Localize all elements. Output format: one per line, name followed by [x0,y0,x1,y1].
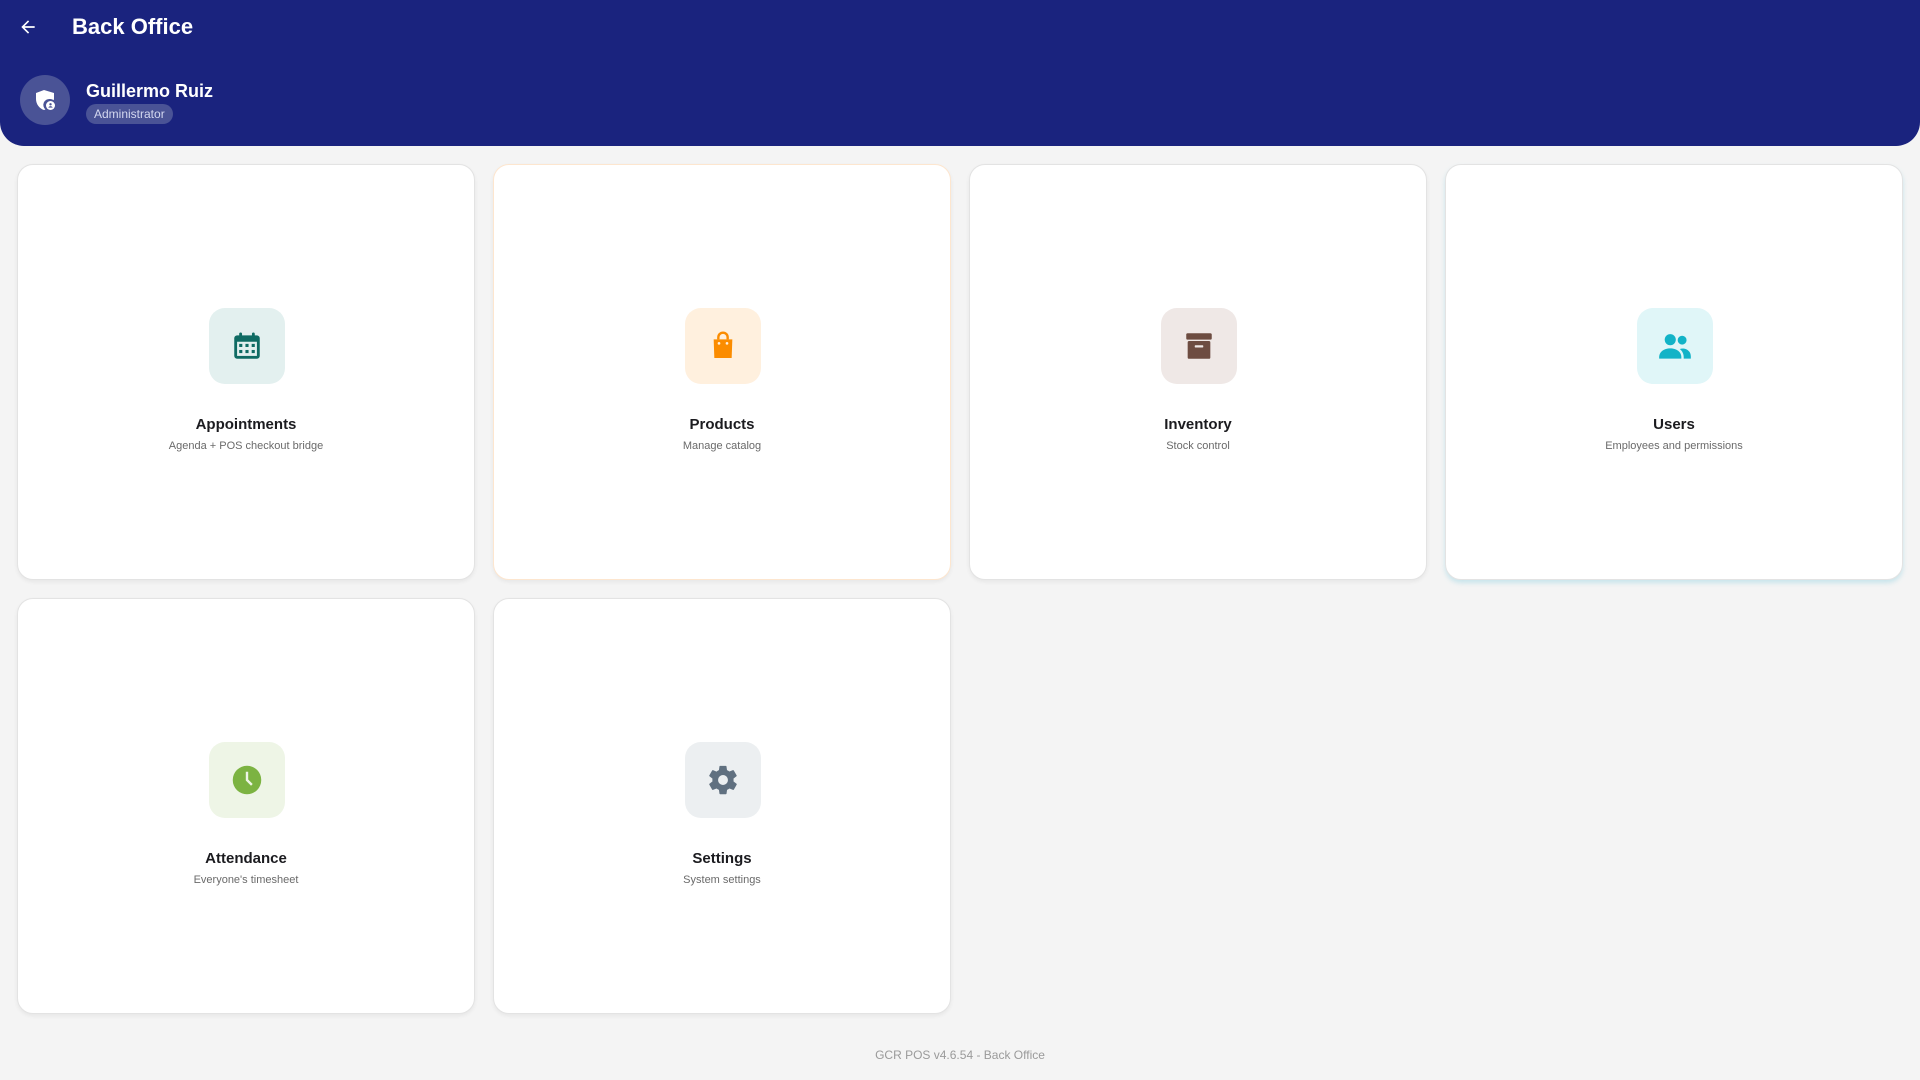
user-name: Guillermo Ruiz [86,81,214,101]
card-products[interactable]: Products Manage catalog [493,164,951,580]
card-icon-container [209,308,285,384]
card-title: Products [689,416,755,433]
card-icon-container [209,742,285,818]
card-icon-container [1161,308,1237,384]
card-inventory[interactable]: Inventory Stock control [969,164,1427,580]
clock-icon [232,765,262,795]
shopping-bag-icon [713,331,733,358]
archive-box-icon [1186,333,1212,359]
card-attendance[interactable]: Attendance Everyone's timesheet [17,598,475,1014]
card-icon-container [685,742,761,818]
app-header: Back Office Guillermo Ruiz Administrator [0,0,1920,146]
card-title: Users [1653,416,1695,433]
card-settings[interactable]: Settings System settings [493,598,951,1014]
card-subtitle: Manage catalog [682,440,762,452]
back-button[interactable] [12,10,44,44]
card-subtitle: Employees and permissions [1605,440,1743,452]
role-badge: Administrator [86,104,173,124]
version-footer: GCR POS v4.6.54 - Back Office [875,1048,1045,1062]
card-subtitle: Stock control [1166,440,1230,452]
card-users[interactable]: Users Employees and permissions [1445,164,1903,580]
page-title: Back Office [72,14,194,39]
card-subtitle: Everyone's timesheet [193,874,299,886]
card-subtitle: System settings [683,874,761,886]
gear-icon [709,765,737,795]
card-title: Inventory [1164,416,1232,433]
card-icon-container [685,308,761,384]
card-title: Settings [692,850,752,867]
card-icon-container [1637,308,1713,384]
card-title: Attendance [205,850,287,867]
people-icon [1659,334,1691,359]
card-title: Appointments [195,416,297,433]
card-subtitle: Agenda + POS checkout bridge [168,440,324,452]
admin-shield-icon [36,90,55,110]
arrow-left-icon [21,20,35,34]
calendar-icon [234,332,260,359]
avatar [20,75,70,125]
card-appointments[interactable]: Appointments Agenda + POS checkout bridg… [17,164,475,580]
